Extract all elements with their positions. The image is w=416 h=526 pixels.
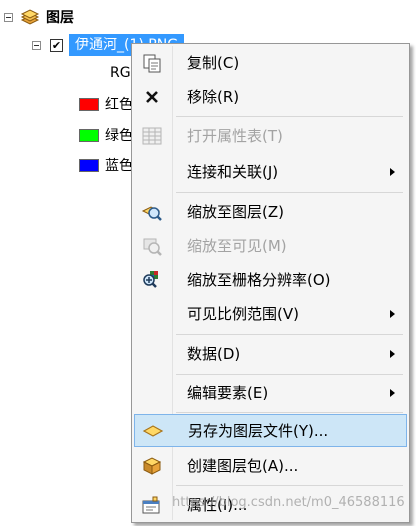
zoom-to-visible-icon bbox=[141, 235, 163, 257]
legend-swatch-blue bbox=[79, 158, 99, 172]
menu-item-copy[interactable]: 复制(C) bbox=[134, 46, 407, 79]
legend-item-red: 红色 bbox=[79, 93, 133, 115]
menu-item-label: 编辑要素(E) bbox=[187, 384, 269, 402]
band-label-row: RG bbox=[110, 62, 131, 84]
collapse-group-icon[interactable] bbox=[4, 12, 13, 22]
legend-swatch-green bbox=[79, 128, 99, 142]
legend-label-green: 绿色 bbox=[105, 128, 133, 144]
menu-item-label: 创建图层包(A)... bbox=[187, 457, 299, 475]
menu-item-label: 复制(C) bbox=[187, 54, 240, 72]
legend-item-green: 绿色 bbox=[79, 124, 133, 146]
menu-separator bbox=[176, 412, 403, 413]
toc-group-row[interactable]: 图层 bbox=[4, 6, 74, 28]
menu-item-zoom-to-visible: 缩放至可见(M) bbox=[134, 229, 407, 262]
submenu-arrow-icon bbox=[390, 388, 395, 397]
menu-item-label: 数据(D) bbox=[187, 345, 241, 363]
menu-item-label: 连接和关联(J) bbox=[187, 163, 279, 181]
menu-item-properties[interactable]: 属性(I)... bbox=[134, 488, 407, 521]
menu-separator bbox=[176, 192, 403, 193]
menu-item-open-attribute-table: 打开属性表(T) bbox=[134, 119, 407, 152]
context-menu: 复制(C) 移除(R) 打开属性表(T) 连接和关联(J) 缩放至图层(Z) 缩… bbox=[131, 43, 410, 523]
menu-item-visible-scale-range[interactable]: 可见比例范围(V) bbox=[134, 297, 407, 330]
menu-separator bbox=[176, 116, 403, 117]
submenu-arrow-icon bbox=[390, 349, 395, 358]
menu-item-label: 缩放至可见(M) bbox=[187, 237, 287, 255]
menu-item-create-layer-package[interactable]: 创建图层包(A)... bbox=[134, 449, 407, 482]
copy-icon bbox=[141, 52, 163, 74]
legend-label-red: 红色 bbox=[105, 97, 133, 113]
menu-item-edit-features[interactable]: 编辑要素(E) bbox=[134, 376, 407, 409]
remove-icon bbox=[141, 86, 163, 108]
layer-visibility-checkbox[interactable]: ✔ bbox=[50, 38, 63, 52]
submenu-arrow-icon bbox=[390, 167, 395, 176]
menu-item-data[interactable]: 数据(D) bbox=[134, 337, 407, 370]
properties-icon bbox=[141, 494, 163, 516]
legend-label-blue: 蓝色 bbox=[105, 158, 133, 174]
menu-item-zoom-to-layer[interactable]: 缩放至图层(Z) bbox=[134, 195, 407, 228]
zoom-to-raster-resolution-icon bbox=[141, 269, 163, 291]
menu-separator bbox=[176, 334, 403, 335]
layers-stack-icon bbox=[20, 9, 40, 25]
checkmark-icon: ✔ bbox=[51, 38, 62, 52]
menu-item-label: 缩放至图层(Z) bbox=[187, 203, 284, 221]
menu-item-joins-relates[interactable]: 连接和关联(J) bbox=[134, 155, 407, 188]
menu-item-zoom-to-raster-resolution[interactable]: 缩放至栅格分辨率(O) bbox=[134, 263, 407, 296]
create-layer-package-icon bbox=[141, 455, 163, 477]
menu-item-label: 移除(R) bbox=[187, 88, 240, 106]
save-layer-file-icon bbox=[142, 420, 164, 442]
menu-item-label: 另存为图层文件(Y)... bbox=[188, 422, 329, 440]
table-icon bbox=[141, 125, 163, 147]
band-label: RG bbox=[110, 65, 131, 81]
menu-item-label: 可见比例范围(V) bbox=[187, 305, 299, 323]
submenu-arrow-icon bbox=[390, 309, 395, 318]
menu-item-remove[interactable]: 移除(R) bbox=[134, 80, 407, 113]
toc-group-label: 图层 bbox=[46, 10, 74, 26]
legend-swatch-red bbox=[79, 97, 99, 111]
menu-item-label: 打开属性表(T) bbox=[187, 127, 283, 145]
menu-item-save-as-layer-file[interactable]: 另存为图层文件(Y)... bbox=[134, 414, 407, 447]
menu-item-label: 缩放至栅格分辨率(O) bbox=[187, 271, 331, 289]
legend-item-blue: 蓝色 bbox=[79, 154, 133, 176]
menu-separator bbox=[176, 374, 403, 375]
zoom-to-layer-icon bbox=[141, 201, 163, 223]
menu-item-label: 属性(I)... bbox=[187, 496, 248, 514]
menu-separator bbox=[176, 485, 403, 486]
collapse-layer-icon[interactable] bbox=[32, 40, 41, 50]
